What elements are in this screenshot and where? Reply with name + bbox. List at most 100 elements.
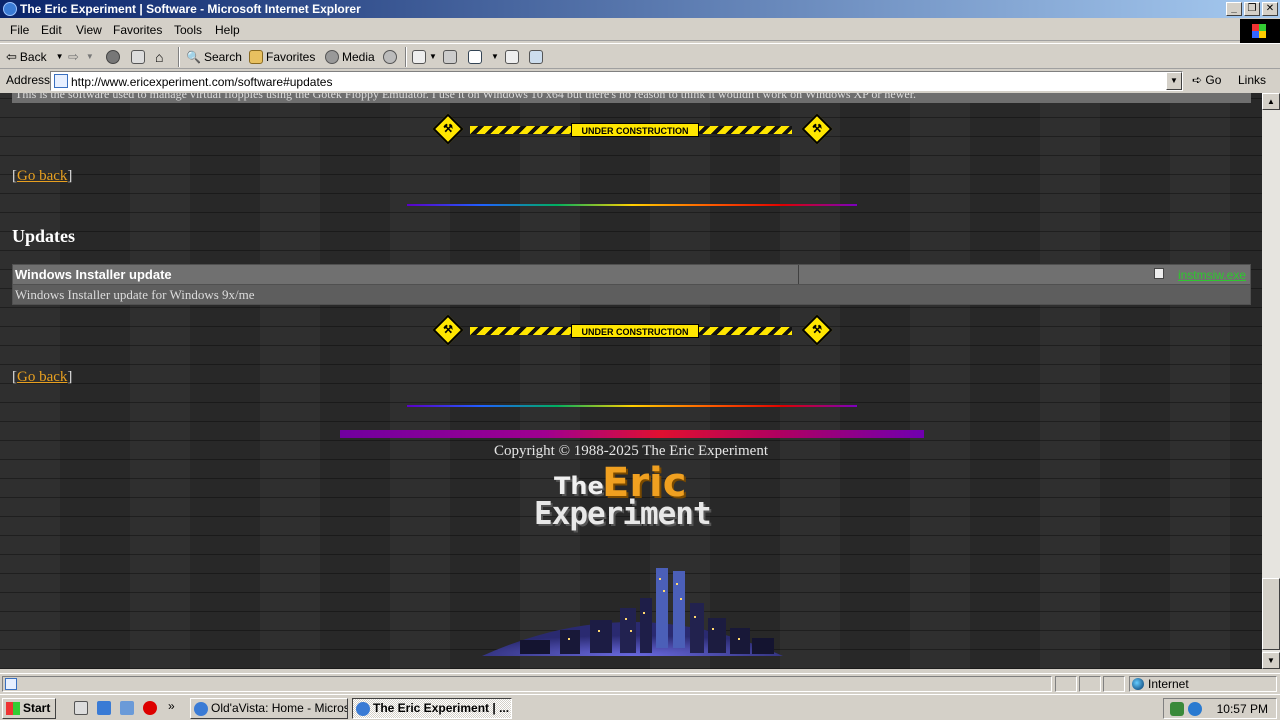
under-construction-banner: ⚒ UNDER CONSTRUCTION ⚒	[432, 113, 833, 145]
media-label: Media	[342, 50, 375, 64]
clock: 10:57 PM	[1216, 702, 1268, 716]
internet-explorer-icon[interactable]	[97, 701, 111, 715]
window-titlebar: The Eric Experiment | Software - Microso…	[0, 0, 1280, 18]
tray-globe-icon[interactable]	[1188, 702, 1202, 716]
go-back-link[interactable]: Go back	[17, 369, 67, 385]
vertical-scrollbar[interactable]: ▲ ▼	[1262, 93, 1280, 669]
media-button[interactable]: Media	[325, 48, 375, 66]
close-button[interactable]: ✕	[1262, 2, 1278, 16]
internet-globe-icon	[1132, 678, 1144, 690]
windows-logo-icon	[1240, 19, 1280, 43]
dropdown-arrow-icon: ▼	[55, 52, 64, 61]
discuss-button[interactable]	[505, 48, 519, 66]
show-desktop-icon[interactable]	[74, 701, 88, 715]
go-arrow-icon: ➪	[1192, 73, 1203, 87]
go-button[interactable]: ➪ Go	[1192, 73, 1221, 87]
task-label: Old'aVista: Home - Micros...	[211, 701, 348, 715]
favorites-icon	[249, 50, 263, 64]
page-icon	[54, 74, 68, 88]
rainbow-divider	[407, 405, 857, 407]
printer-icon	[443, 50, 457, 64]
updates-table: Windows Installer update instmsiw.exe Wi…	[12, 264, 1251, 305]
search-icon: 🔍	[186, 50, 201, 64]
menu-tools[interactable]: Tools	[174, 23, 202, 37]
scroll-down-button[interactable]: ▼	[1262, 652, 1280, 669]
menu-view[interactable]: View	[76, 23, 102, 37]
scroll-thumb[interactable]	[1262, 578, 1280, 650]
messenger-button[interactable]	[529, 48, 543, 66]
network-icon[interactable]	[1170, 702, 1184, 716]
download-link[interactable]: instmsiw.exe	[1178, 268, 1246, 282]
edit-button[interactable]: ▼	[468, 48, 499, 66]
go-back-link-container: [Go back]	[12, 369, 72, 386]
menu-edit[interactable]: Edit	[41, 23, 62, 37]
go-label: Go	[1205, 73, 1222, 87]
favorites-label: Favorites	[266, 50, 316, 64]
windows-flag-icon	[6, 702, 20, 715]
rainbow-divider	[407, 204, 857, 206]
page-status-icon	[5, 678, 17, 690]
back-arrow-icon: ⇦	[6, 49, 17, 64]
floppy-disk-icon	[1154, 268, 1164, 279]
media-icon	[325, 50, 339, 64]
city-skyline-image	[482, 568, 783, 656]
menu-bar: File Edit View Favorites Tools Help	[0, 19, 1280, 41]
taskbar-button-eric-experiment[interactable]: The Eric Experiment | ...	[352, 698, 512, 719]
back-label: Back	[19, 50, 47, 64]
dropdown-arrow-icon: ▼	[85, 52, 94, 61]
history-button[interactable]	[383, 48, 397, 66]
previous-item-description: This is the software used to manage virt…	[12, 93, 1251, 103]
internet-explorer-icon	[194, 702, 208, 716]
construction-sign-icon: ⚒	[432, 314, 464, 346]
window-title: The Eric Experiment | Software - Microso…	[20, 2, 361, 16]
task-label: The Eric Experiment | ...	[373, 701, 510, 715]
word-icon	[468, 50, 482, 64]
quicklaunch-chevron[interactable]: »	[168, 699, 175, 713]
links-button[interactable]: Links	[1238, 73, 1266, 87]
home-icon: ⌂	[155, 49, 164, 65]
address-url[interactable]: http://www.ericexperiment.com/software#u…	[71, 75, 332, 89]
site-logo: The Eric Experiment	[530, 460, 735, 536]
taskbar-button-oldavista[interactable]: Old'aVista: Home - Micros...	[190, 698, 348, 719]
start-button[interactable]: Start	[2, 698, 56, 719]
menu-file[interactable]: File	[10, 23, 29, 37]
address-input[interactable]: http://www.ericexperiment.com/software#u…	[50, 71, 1183, 91]
status-text	[2, 676, 1052, 692]
stop-icon	[106, 50, 120, 64]
forward-arrow-icon: ⇨	[68, 49, 79, 64]
refresh-button[interactable]	[131, 48, 145, 66]
back-button[interactable]: ⇦ Back ▼	[6, 48, 64, 66]
menu-favorites[interactable]: Favorites	[113, 23, 162, 37]
minimize-button[interactable]: _	[1226, 2, 1242, 16]
opera-icon[interactable]	[143, 701, 157, 715]
home-button[interactable]: ⌂	[155, 48, 163, 66]
address-label: Address	[6, 73, 51, 87]
construction-sign-icon: ⚒	[801, 314, 833, 346]
copyright-text: Copyright © 1988-2025 The Eric Experimen…	[494, 443, 768, 459]
mail-button[interactable]: ▼	[412, 48, 437, 66]
toolbar: ⇦ Back ▼ ⇨ ▼ ⌂ 🔍 Search Favorites Media …	[0, 43, 1280, 69]
address-dropdown-icon[interactable]: ▼	[1166, 72, 1182, 90]
favorites-button[interactable]: Favorites	[249, 48, 315, 66]
search-button[interactable]: 🔍 Search	[186, 48, 242, 66]
page-content: This is the software used to manage virt…	[0, 93, 1262, 669]
logo-experiment: Experiment	[534, 496, 712, 532]
outlook-express-icon[interactable]	[120, 701, 134, 715]
bracket-close: ]	[67, 369, 73, 385]
menu-help[interactable]: Help	[215, 23, 240, 37]
internet-explorer-icon	[356, 702, 370, 716]
start-label: Start	[23, 701, 51, 715]
forward-button[interactable]: ⇨ ▼	[68, 48, 94, 66]
zone-label: Internet	[1148, 677, 1189, 691]
dropdown-arrow-icon: ▼	[429, 52, 437, 61]
construction-sign-icon: ⚒	[432, 113, 464, 145]
mail-icon	[412, 50, 426, 64]
go-back-link-container: [Go back]	[12, 168, 72, 185]
scroll-up-button[interactable]: ▲	[1262, 93, 1280, 110]
go-back-link[interactable]: Go back	[17, 168, 67, 184]
maximize-button[interactable]: ❐	[1244, 2, 1260, 16]
under-construction-label: UNDER CONSTRUCTION	[571, 324, 699, 338]
print-button[interactable]	[443, 48, 457, 66]
stop-button[interactable]	[106, 48, 120, 66]
taskbar: Start » Old'aVista: Home - Micros... The…	[0, 694, 1280, 720]
